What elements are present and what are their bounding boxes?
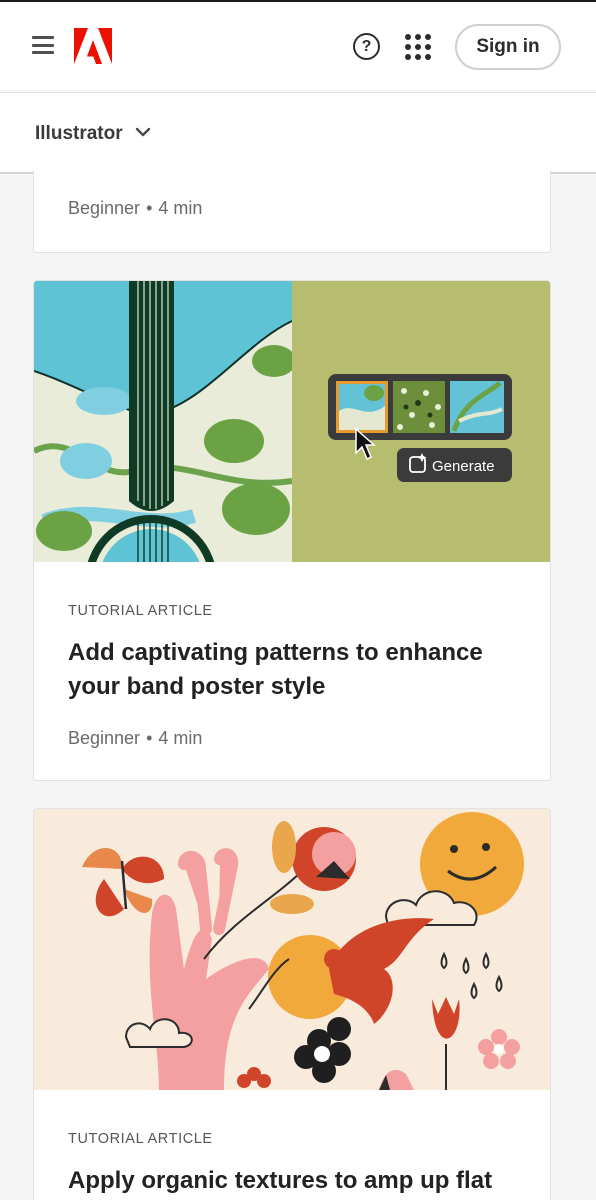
- product-subnav: Illustrator: [0, 92, 596, 174]
- sign-in-button[interactable]: Sign in: [455, 24, 561, 70]
- generate-button-label: Generate: [432, 458, 495, 475]
- card-meta: Beginner • 4 min: [68, 728, 202, 749]
- card-title-link[interactable]: Add captivating patterns to enhance your…: [68, 636, 508, 704]
- chevron-down-icon[interactable]: [134, 123, 152, 141]
- product-nav-label[interactable]: Illustrator: [35, 123, 123, 145]
- content-type-label: TUTORIAL ARTICLE: [68, 1131, 213, 1147]
- global-header: ? Sign in: [0, 0, 596, 90]
- help-glyph: ?: [361, 37, 372, 55]
- content-type-label: TUTORIAL ARTICLE: [68, 603, 213, 619]
- duration-label: 4 min: [158, 728, 203, 748]
- help-icon[interactable]: ?: [353, 33, 380, 60]
- page: ? Sign in Illustrator Beginner • 4 min G…: [0, 0, 596, 1200]
- card-title-link[interactable]: Apply organic textures to amp up flat: [68, 1164, 508, 1198]
- app-grid-icon[interactable]: [405, 34, 431, 60]
- tutorial-card[interactable]: TUTORIAL ARTICLE Apply organic textures …: [33, 808, 551, 1200]
- meta-separator: •: [146, 198, 153, 218]
- level-label: Beginner: [68, 198, 141, 218]
- hamburger-menu-icon[interactable]: [32, 36, 54, 54]
- meta-separator: •: [146, 728, 153, 748]
- card-meta: Beginner • 4 min: [68, 198, 202, 219]
- level-label: Beginner: [68, 728, 141, 748]
- tutorial-card[interactable]: Generate TUTORIAL ARTICLE Add captivatin…: [33, 280, 551, 781]
- tutorial-card[interactable]: Beginner • 4 min: [33, 170, 551, 253]
- card-thumbnail-image[interactable]: [34, 809, 550, 1090]
- card-thumbnail-image[interactable]: Generate: [34, 281, 550, 562]
- adobe-logo[interactable]: [74, 28, 112, 64]
- duration-label: 4 min: [158, 198, 203, 218]
